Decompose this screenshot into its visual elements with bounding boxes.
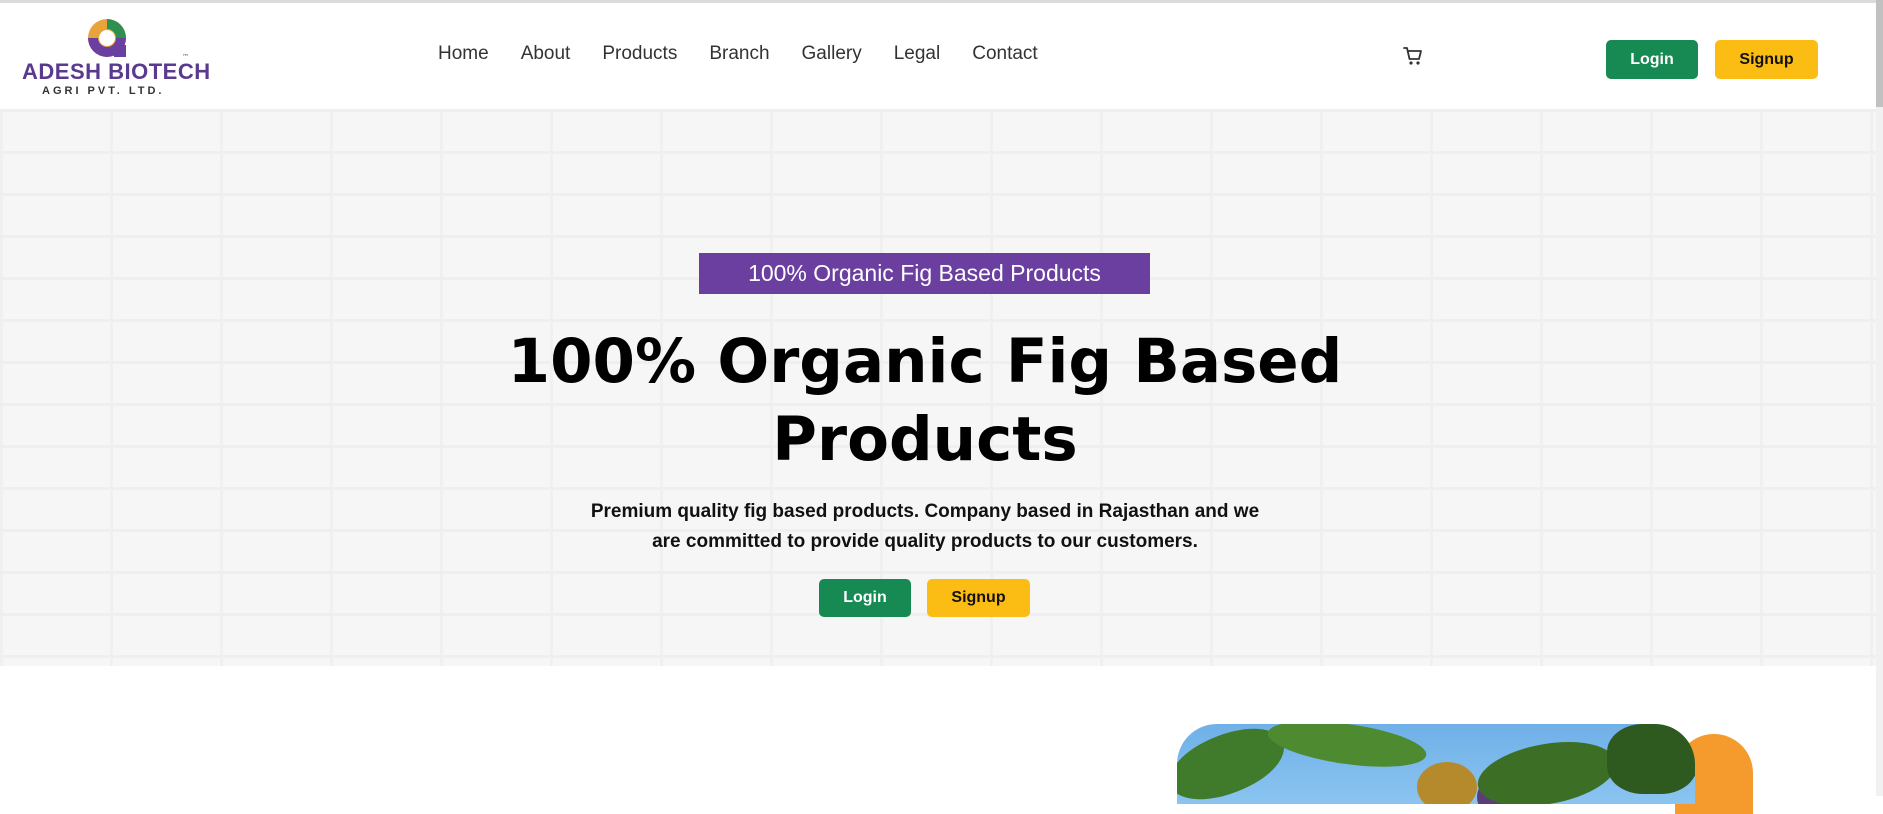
logo-trademark: ™ bbox=[182, 53, 189, 61]
hero-section: 100% Organic Fig Based Products 100% Org… bbox=[0, 109, 1876, 666]
logo-subtitle: AGRI PVT. LTD. bbox=[42, 85, 165, 97]
company-logo[interactable]: ADESH BIOTECH ™ AGRI PVT. LTD. bbox=[20, 15, 210, 105]
nav-gallery[interactable]: Gallery bbox=[802, 43, 862, 65]
main-nav: Home About Products Branch Gallery Legal… bbox=[438, 43, 1070, 65]
header-login-button[interactable]: Login bbox=[1606, 40, 1698, 79]
nav-contact[interactable]: Contact bbox=[972, 43, 1037, 65]
hero-login-button[interactable]: Login bbox=[819, 579, 911, 617]
hero-title: 100% Organic Fig Based Products bbox=[507, 326, 1343, 475]
logo-title: ADESH BIOTECH bbox=[22, 59, 211, 84]
nav-home[interactable]: Home bbox=[438, 43, 489, 65]
nav-about[interactable]: About bbox=[521, 43, 571, 65]
nav-legal[interactable]: Legal bbox=[894, 43, 941, 65]
fig-image-preview bbox=[1177, 724, 1755, 814]
header-signup-button[interactable]: Signup bbox=[1715, 40, 1818, 79]
page-scrollbar[interactable] bbox=[1876, 0, 1883, 796]
site-header: ADESH BIOTECH ™ AGRI PVT. LTD. Home Abou… bbox=[0, 3, 1876, 109]
nav-branch[interactable]: Branch bbox=[709, 43, 769, 65]
cart-icon[interactable] bbox=[1402, 45, 1424, 67]
hero-badge: 100% Organic Fig Based Products bbox=[699, 253, 1150, 294]
logo-mark-icon bbox=[88, 19, 126, 57]
scrollbar-thumb[interactable] bbox=[1876, 0, 1883, 107]
hero-signup-button[interactable]: Signup bbox=[927, 579, 1030, 617]
nav-products[interactable]: Products bbox=[602, 43, 677, 65]
fig-tree-photo bbox=[1177, 724, 1695, 804]
hero-description: Premium quality fig based products. Comp… bbox=[590, 501, 1260, 552]
